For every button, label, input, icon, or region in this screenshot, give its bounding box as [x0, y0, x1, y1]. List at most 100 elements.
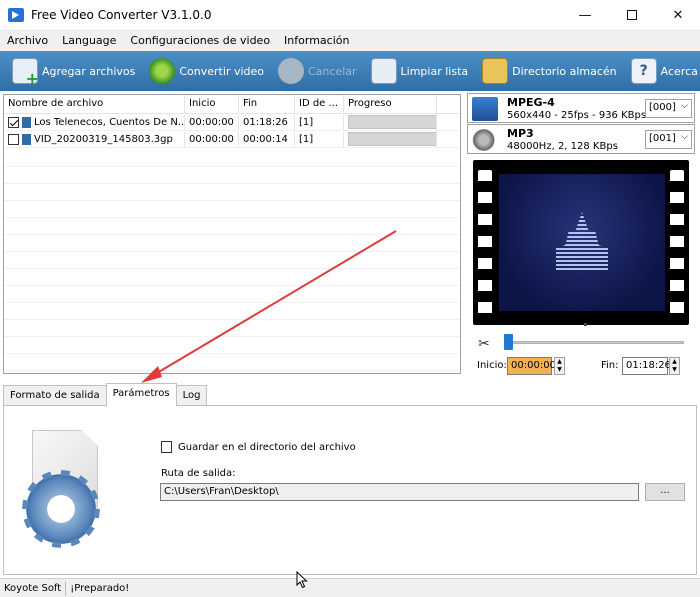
film-perforations-left	[478, 170, 492, 315]
maximize-icon	[627, 10, 637, 20]
add-files-label: Agregar archivos	[42, 64, 136, 78]
file-name-cell: VID_20200319_145803.3gp	[4, 131, 185, 147]
column-header-name[interactable]: Nombre de archivo	[4, 95, 185, 113]
id-cell: [1]	[295, 114, 344, 130]
save-in-source-label: Guardar en el directorio del archivo	[178, 441, 356, 453]
audio-profile-value: [001]	[649, 133, 676, 144]
chevron-down-icon: ⌵	[681, 101, 688, 111]
status-message: ¡Preparado!	[70, 582, 130, 594]
clear-list-button[interactable]: Limpiar lista	[365, 51, 475, 91]
output-folder-button[interactable]: Directorio almacén	[476, 51, 623, 91]
window-title: Free Video Converter V3.1.0.0	[31, 8, 212, 22]
settings-gear-illustration	[24, 430, 110, 546]
video-profile-value: [000]	[649, 102, 676, 113]
menu-informacion[interactable]: Información	[277, 31, 356, 51]
film-perforations-right	[670, 170, 684, 315]
column-header-id[interactable]: ID de ...	[295, 95, 344, 113]
output-path-input[interactable]: C:\Users\Fran\Desktop\	[160, 483, 639, 501]
clear-list-label: Limpiar lista	[400, 64, 469, 78]
end-time-spinner[interactable]: ▲ ▼	[669, 357, 680, 375]
column-header-start[interactable]: Inicio	[185, 95, 239, 113]
help-icon: ?	[630, 58, 657, 84]
cancel-label: Cancelar	[308, 64, 357, 78]
maximize-button[interactable]	[609, 0, 655, 31]
audio-format-panel: MP3 48000Hz, 2, 128 KBps [001] ⌵	[467, 124, 695, 154]
cancel-icon: ✕	[278, 58, 304, 84]
menu-archivo[interactable]: Archivo	[0, 31, 55, 51]
add-files-button[interactable]: Agregar archivos	[6, 51, 141, 91]
video-format-panel: MPEG-4 560x440 - 25fps - 936 KBps [000] …	[467, 93, 695, 123]
title-bar: Free Video Converter V3.1.0.0 — ✕	[0, 0, 700, 31]
cancel-button[interactable]: ✕ Cancelar	[272, 51, 363, 91]
end-time-label: Fin:	[601, 360, 619, 371]
video-format-detail: 560x440 - 25fps - 936 KBps	[507, 110, 647, 121]
empty-list-area	[4, 150, 460, 373]
video-format-name: MPEG-4	[507, 96, 555, 109]
about-button[interactable]: ? Acerca de	[625, 51, 700, 91]
column-header-progress[interactable]: Progreso	[344, 95, 437, 113]
menu-configuraciones-video[interactable]: Configuraciones de video	[123, 31, 277, 51]
add-files-icon	[12, 58, 39, 88]
trim-slider-track[interactable]	[504, 341, 684, 344]
tab-formato-salida[interactable]: Formato de salida	[3, 385, 107, 406]
convert-video-button[interactable]: Convertir video	[143, 51, 270, 91]
convert-video-label: Convertir video	[179, 64, 264, 78]
file-name-cell: Los Telenecos, Cuentos De N...	[4, 114, 185, 130]
tab-parametros[interactable]: Parámetros	[105, 383, 177, 406]
close-button[interactable]: ✕	[655, 0, 700, 31]
file-name: VID_20200319_145803.3gp	[34, 133, 173, 145]
progress-bar	[348, 132, 436, 146]
castle-logo-image	[556, 212, 608, 272]
end-time-cell: 00:00:14	[239, 131, 295, 147]
scissors-icon: ✂	[478, 336, 490, 352]
trim-slider-row: ✂	[476, 332, 690, 354]
row-checkbox[interactable]	[8, 133, 19, 145]
toolbar: Agregar archivos Convertir video ✕ Cance…	[0, 51, 700, 91]
file-name: Los Telenecos, Cuentos De N...	[34, 116, 185, 128]
tab-log[interactable]: Log	[175, 385, 208, 406]
file-list-header: Nombre de archivo Inicio Fin ID de ... P…	[4, 95, 460, 114]
trim-slider-thumb[interactable]	[504, 334, 513, 350]
audio-format-name: MP3	[507, 127, 534, 140]
start-time-cell: 00:00:00	[185, 131, 239, 147]
row-checkbox[interactable]	[8, 116, 19, 128]
parametros-panel: Guardar en el directorio del archivo Rut…	[3, 405, 697, 575]
start-time-label: Inicio:	[477, 360, 507, 371]
mouse-cursor-icon	[296, 571, 308, 589]
status-bar: Koyote Soft ¡Preparado!	[0, 578, 700, 597]
menu-language[interactable]: Language	[55, 31, 123, 51]
progress-cell	[344, 113, 437, 131]
chevron-down-icon: ⌵	[681, 132, 688, 142]
column-header-end[interactable]: Fin	[239, 95, 295, 113]
clear-list-icon	[370, 58, 397, 84]
start-time-spinner[interactable]: ▲ ▼	[554, 357, 565, 375]
gear-icon	[24, 472, 98, 546]
start-time-input[interactable]: 00:00:00	[507, 357, 556, 375]
output-folder-label: Directorio almacén	[512, 64, 617, 78]
end-time-input[interactable]: 01:18:26	[622, 357, 671, 375]
browse-button[interactable]: ...	[645, 483, 685, 501]
speaker-icon	[472, 128, 498, 152]
preview-resize-handle	[584, 323, 587, 326]
table-row[interactable]: Los Telenecos, Cuentos De N... 00:00:00 …	[4, 113, 460, 131]
table-row[interactable]: VID_20200319_145803.3gp 00:00:00 00:00:1…	[4, 130, 460, 148]
video-profile-select[interactable]: [000] ⌵	[645, 99, 692, 118]
minimize-button[interactable]: —	[562, 0, 608, 31]
app-icon	[8, 8, 24, 22]
output-path-label: Ruta de salida:	[161, 468, 236, 479]
file-list[interactable]: Nombre de archivo Inicio Fin ID de ... P…	[3, 94, 461, 374]
settings-tabs: Formato de salida Parámetros Log	[3, 383, 208, 406]
video-file-icon	[22, 133, 31, 145]
film-strip-icon	[472, 97, 498, 121]
end-time-cell: 01:18:26	[239, 114, 295, 130]
about-label: Acerca de	[660, 64, 700, 78]
save-in-source-option[interactable]: Guardar en el directorio del archivo	[161, 441, 356, 453]
video-file-icon	[22, 116, 31, 128]
status-company: Koyote Soft	[0, 580, 67, 596]
trim-time-row: Inicio: 00:00:00 ▲ ▼ Fin: 01:18:26 ▲ ▼	[476, 356, 692, 376]
save-in-source-checkbox[interactable]	[161, 441, 172, 453]
progress-bar	[348, 115, 436, 129]
audio-format-detail: 48000Hz, 2, 128 KBps	[507, 141, 618, 152]
id-cell: [1]	[295, 131, 344, 147]
audio-profile-select[interactable]: [001] ⌵	[645, 130, 692, 149]
